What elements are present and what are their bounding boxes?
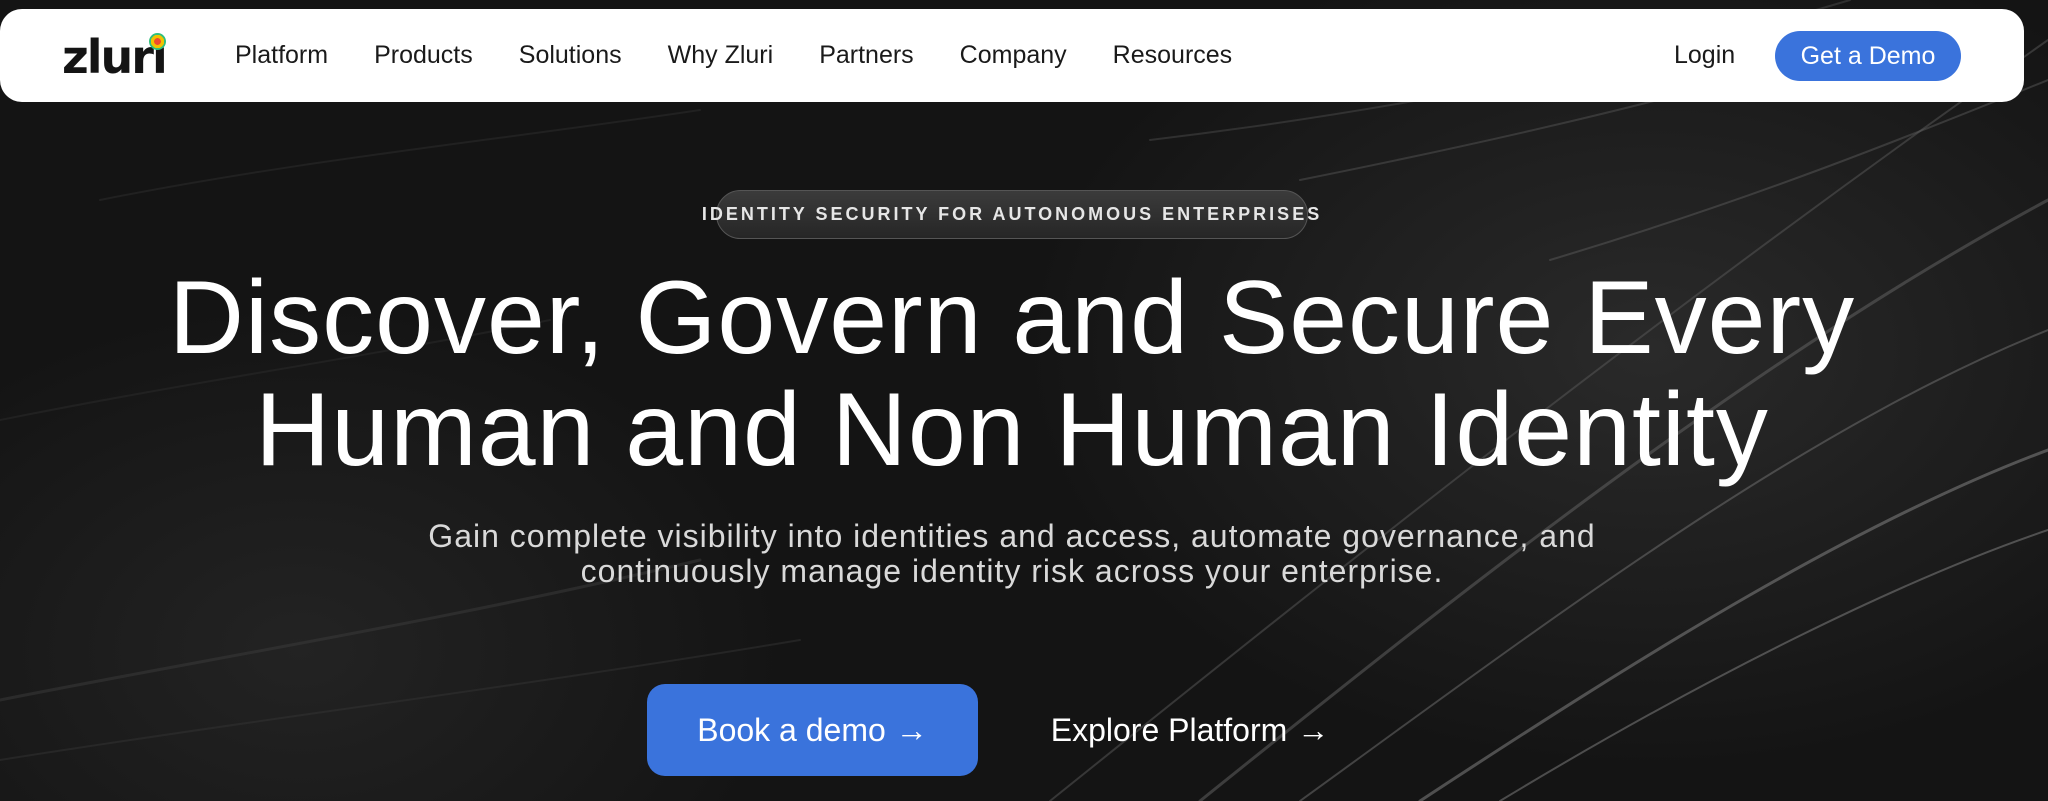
get-a-demo-button[interactable]: Get a Demo xyxy=(1775,31,1961,81)
zluri-logo[interactable]: zluri xyxy=(62,31,172,83)
headline-line-2: Human and Non Human Identity xyxy=(255,372,1769,488)
main-nav: Platform Products Solutions Why Zluri Pa… xyxy=(235,9,1278,102)
nav-partners[interactable]: Partners xyxy=(819,41,913,70)
logo-dot-icon xyxy=(149,33,166,50)
hero-headline: Discover, Govern and Secure Every Human … xyxy=(100,262,1924,486)
hero-subtitle: Gain complete visibility into identities… xyxy=(300,519,1724,589)
top-navbar: zluri Platform Products Solutions Why Zl… xyxy=(0,9,2024,102)
nav-company[interactable]: Company xyxy=(960,41,1067,70)
login-link[interactable]: Login xyxy=(1674,9,1735,102)
nav-solutions[interactable]: Solutions xyxy=(519,41,622,70)
arrow-right-icon: → xyxy=(1297,711,1330,748)
hero-badge: IDENTITY SECURITY FOR AUTONOMOUS ENTERPR… xyxy=(702,190,1319,239)
nav-products[interactable]: Products xyxy=(374,41,473,70)
subtitle-line-1: Gain complete visibility into identities… xyxy=(428,518,1596,554)
explore-platform-link[interactable]: Explore Platform → xyxy=(1040,684,1340,776)
subtitle-line-2: continuously manage identity risk across… xyxy=(580,553,1444,589)
book-a-demo-label: Book a demo xyxy=(697,711,886,748)
arrow-right-icon: → xyxy=(895,711,928,748)
book-a-demo-button[interactable]: Book a demo → xyxy=(647,684,978,776)
headline-line-1: Discover, Govern and Secure Every xyxy=(168,260,1856,376)
nav-why-zluri[interactable]: Why Zluri xyxy=(668,41,774,70)
nav-platform[interactable]: Platform xyxy=(235,41,328,70)
nav-resources[interactable]: Resources xyxy=(1113,41,1233,70)
explore-platform-label: Explore Platform xyxy=(1050,711,1288,748)
